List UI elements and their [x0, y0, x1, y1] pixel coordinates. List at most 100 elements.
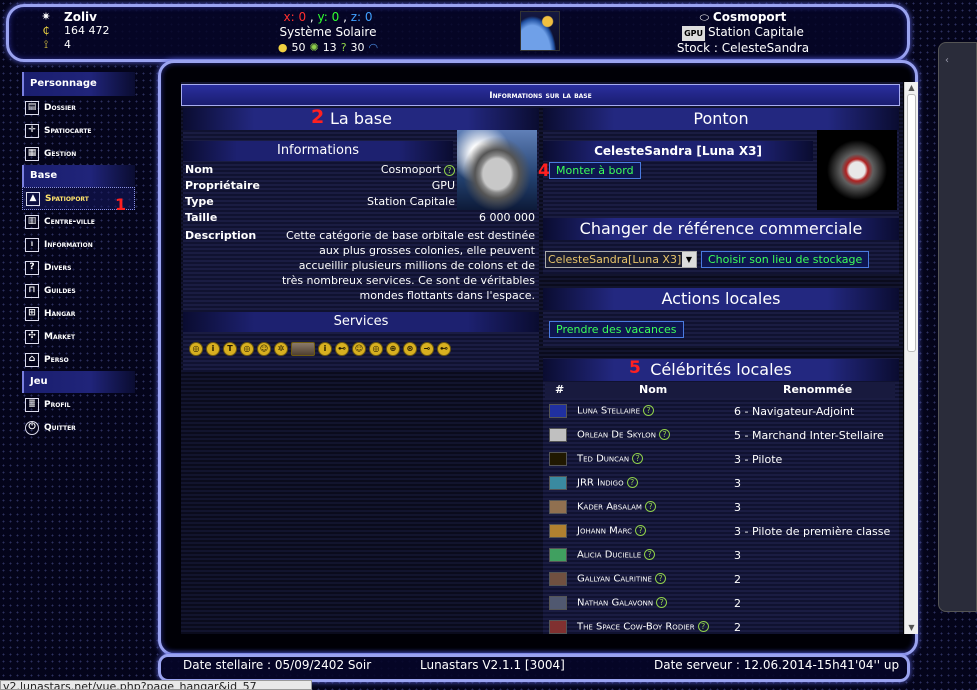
food-icon: ● [277, 41, 288, 54]
annotation-5: 5 [629, 358, 641, 378]
commerce-title: Changer de référence commerciale [543, 218, 899, 240]
table-row: The Space Cow-Boy Rodier? 2 [545, 616, 895, 634]
page-title: Informations sur la base [181, 84, 900, 106]
celebrity-name[interactable]: Ted Duncan [577, 454, 629, 465]
service-image[interactable] [291, 342, 315, 356]
menu-item-dossier[interactable]: ▤ Dossier [22, 96, 135, 119]
celebrity-avatar [549, 596, 567, 610]
storage-select[interactable]: CelesteSandra[Luna X3] ▼ [545, 251, 697, 268]
menu-item-guildes[interactable]: ⊓ Guildes [22, 279, 135, 302]
celebrity-name-cell: The Space Cow-Boy Rodier? [577, 621, 709, 633]
map-icon: ✛ [25, 123, 39, 138]
celebrity-fame: 3 - Pilote [734, 453, 783, 466]
celebrity-name[interactable]: Gallyan Calritine [577, 574, 652, 585]
info-row-taille: Taille 6 000 000 [185, 211, 535, 224]
celebrity-name-cell: Kader Absalam? [577, 501, 656, 513]
content-area: Informations sur la base La base 2 Infor… [181, 82, 903, 634]
system-name[interactable]: Système Solaire [258, 25, 398, 40]
menu-item-information[interactable]: i Information [22, 233, 135, 256]
service-icon-6[interactable]: ✲ [274, 342, 288, 356]
menu-item-gestion[interactable]: ▦ Gestion [22, 142, 135, 165]
ship-name: CelesteSandra [Luna X3] [543, 141, 813, 161]
celebrity-name[interactable]: Alicia Ducielle [577, 550, 641, 561]
celebrity-fame: 2 [734, 573, 741, 586]
table-row: Kader Absalam? 3 [545, 496, 895, 520]
service-icon-13[interactable]: ⊸ [420, 342, 434, 356]
choose-storage-button[interactable]: Choisir son lieu de stockage [701, 251, 870, 268]
menu-section-personnage: Personnage [22, 72, 135, 96]
station-name[interactable]: Cosmoport [713, 10, 786, 24]
menu-item-perso[interactable]: ⌂ Perso [22, 348, 135, 371]
menu-item-hangar[interactable]: ⊞ Hangar [22, 302, 135, 325]
celebrity-avatar [549, 476, 567, 490]
celebrity-name[interactable]: Nathan Galavonn [577, 598, 653, 609]
scroll-down-icon[interactable]: ▼ [905, 622, 918, 634]
vertical-scrollbar[interactable]: ▲ ▼ [904, 82, 918, 634]
player-info: ✷ Zoliv ₵ 164 472 ⟟ 4 [38, 10, 109, 52]
menu-item-spatiocarte[interactable]: ✛ Spatiocarte [22, 119, 135, 142]
help-icon[interactable]: ? [626, 477, 638, 488]
table-row: Alicia Ducielle? 3 [545, 544, 895, 568]
help-icon[interactable]: ? [643, 405, 655, 416]
service-icon-10[interactable]: ◎ [369, 342, 383, 356]
market-icon: ✣ [25, 329, 39, 344]
menu-item-market[interactable]: ✣ Market [22, 325, 135, 348]
service-icon-3[interactable]: T [223, 342, 237, 356]
service-icon-9[interactable]: ☺ [352, 342, 366, 356]
services-row: ◎ i T ◎ ☺ ✲ i ⊷ ☺ ◎ ⊕ ⊛ ⊸ ⊷ [189, 342, 451, 356]
menu-item-quitter[interactable]: ⏻ Quitter [22, 416, 135, 439]
annotation-2: 2 [311, 106, 325, 128]
planet-image[interactable] [520, 11, 560, 51]
base-image [457, 130, 537, 210]
menu-item-divers[interactable]: ? Divers [22, 256, 135, 279]
help-icon[interactable]: ? [444, 164, 455, 176]
side-panel-toggle[interactable]: ‹ [938, 42, 977, 612]
help-icon[interactable]: ? [644, 549, 656, 560]
celebrity-avatar [549, 572, 567, 586]
power-icon: ⏻ [25, 420, 39, 435]
celebrity-name[interactable]: JRR Indigo [577, 478, 624, 489]
service-icon-11[interactable]: ⊕ [386, 342, 400, 356]
celebrity-name[interactable]: Luna Stellaire [577, 406, 640, 417]
info-icon: i [25, 237, 39, 252]
celebrities-title: Célébrités locales [543, 359, 899, 381]
celebrity-name[interactable]: Johann Marc [577, 526, 632, 537]
help-icon[interactable]: ? [654, 573, 666, 584]
celebrity-avatar [549, 620, 567, 634]
chevron-down-icon[interactable]: ▼ [682, 252, 696, 267]
help-icon[interactable]: ? [658, 429, 670, 440]
celebrity-name-cell: Luna Stellaire? [577, 405, 655, 417]
service-icon-5[interactable]: ☺ [257, 342, 271, 356]
service-icon-8[interactable]: ⊷ [335, 342, 349, 356]
hangar-icon: ⊞ [25, 306, 39, 321]
celebrity-name[interactable]: Orlean De Skylon [577, 430, 656, 441]
player-name[interactable]: Zoliv [64, 10, 97, 24]
annotation-3: 3 [181, 338, 183, 359]
help-icon[interactable]: ? [634, 525, 646, 536]
help-icon[interactable]: ? [697, 621, 709, 632]
base-name: Cosmoport [380, 163, 441, 176]
help-icon[interactable]: ? [644, 501, 656, 512]
service-icon-2[interactable]: i [206, 342, 220, 356]
service-icon-14[interactable]: ⊷ [437, 342, 451, 356]
celebrity-fame: 2 [734, 597, 741, 610]
service-icon-4[interactable]: ◎ [240, 342, 254, 356]
celebrity-name[interactable]: The Space Cow-Boy Rodier [577, 622, 695, 633]
service-icon-7[interactable]: i [318, 342, 332, 356]
scroll-thumb[interactable] [907, 94, 916, 352]
profile-icon: ≣ [25, 397, 39, 412]
menu-item-profil[interactable]: ≣ Profil [22, 393, 135, 416]
service-icon-1[interactable]: ◎ [189, 342, 203, 356]
actions-title: Actions locales [543, 288, 899, 310]
vacation-button[interactable]: Prendre des vacances [549, 321, 684, 338]
table-row: Luna Stellaire? 6 - Navigateur-Adjoint [545, 400, 895, 424]
help-icon[interactable]: ? [632, 453, 644, 464]
board-ship-button[interactable]: Monter à bord [549, 162, 641, 179]
help-icon[interactable]: ? [656, 597, 668, 608]
celebrity-name[interactable]: Kader Absalam [577, 502, 642, 513]
celebrity-fame: 3 [734, 549, 741, 562]
left-menu: Personnage ▤ Dossier ✛ Spatiocarte ▦ Gestio… [22, 72, 135, 439]
service-icon-12[interactable]: ⊛ [403, 342, 417, 356]
scroll-up-icon[interactable]: ▲ [905, 82, 918, 94]
celebrity-fame: 6 - Navigateur-Adjoint [734, 405, 855, 418]
